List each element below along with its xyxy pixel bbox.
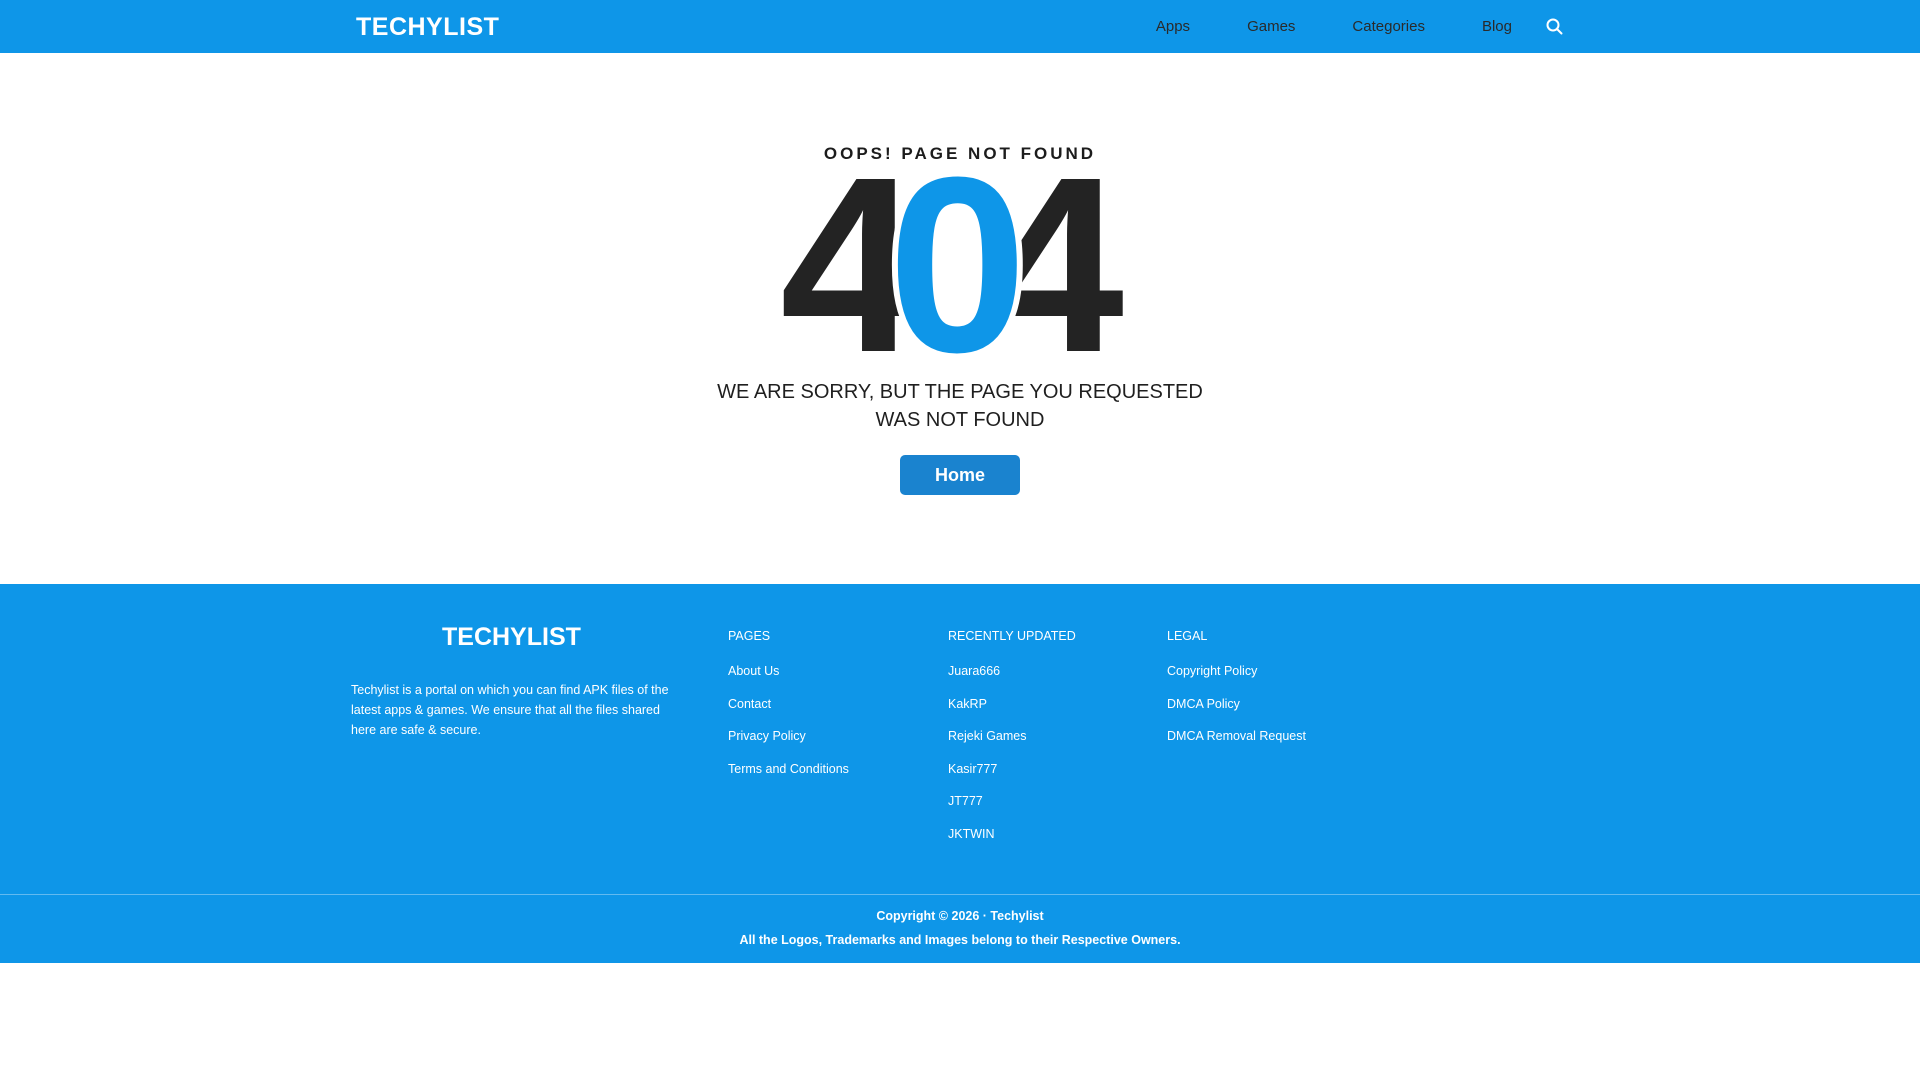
footer-link-recent[interactable]: Kasir777 (948, 761, 1076, 777)
site-footer: TECHYLIST Techylist is a portal on which… (0, 584, 1920, 894)
copyright-text: Copyright © 2026 · Techylist (876, 909, 1044, 923)
nav-item-blog[interactable]: Blog (1482, 18, 1512, 35)
footer-logo[interactable]: TECHYLIST (442, 623, 581, 652)
error-digit-middle: 0 (888, 125, 1027, 404)
footer-link-recent[interactable]: Juara666 (948, 663, 1076, 679)
footer-link-about-us[interactable]: About Us (728, 663, 849, 679)
nav-item-apps[interactable]: Apps (1156, 18, 1190, 35)
footer-link-recent[interactable]: JKTWIN (948, 826, 1076, 842)
footer-link-terms[interactable]: Terms and Conditions (728, 761, 849, 777)
footer-link-recent[interactable]: KakRP (948, 696, 1076, 712)
footer-recent-title: RECENTLY UPDATED (948, 629, 1076, 643)
footer-link-dmca-policy[interactable]: DMCA Policy (1167, 696, 1306, 712)
main-nav: Apps Games Categories Blog (1156, 0, 1564, 53)
footer-link-recent[interactable]: Rejeki Games (948, 728, 1076, 744)
search-icon[interactable] (1544, 17, 1564, 37)
home-button[interactable]: Home (900, 455, 1020, 495)
nav-item-categories[interactable]: Categories (1352, 18, 1425, 35)
footer-pages-column: PAGES About Us Contact Privacy Policy Te… (728, 629, 849, 793)
error-section: OOPS! PAGE NOT FOUND 4 0 4 WE ARE SORRY,… (0, 53, 1920, 584)
footer-link-privacy-policy[interactable]: Privacy Policy (728, 728, 849, 744)
footer-link-copyright-policy[interactable]: Copyright Policy (1167, 663, 1306, 679)
footer-link-recent[interactable]: JT777 (948, 793, 1076, 809)
footer-about-text: Techylist is a portal on which you can f… (351, 683, 669, 737)
footer-link-contact[interactable]: Contact (728, 696, 849, 712)
footer-legal-column: LEGAL Copyright Policy DMCA Policy DMCA … (1167, 629, 1306, 761)
footer-recent-column: RECENTLY UPDATED Juara666 KakRP Rejeki G… (948, 629, 1076, 858)
nav-item-games[interactable]: Games (1247, 18, 1295, 35)
site-logo[interactable]: TECHYLIST (356, 13, 499, 42)
footer-legal-title: LEGAL (1167, 629, 1208, 643)
site-header: TECHYLIST Apps Games Categories Blog (0, 0, 1920, 53)
footer-pages-title: PAGES (728, 629, 771, 643)
error-code: 4 0 4 (0, 125, 1920, 404)
header-inner: TECHYLIST Apps Games Categories Blog (356, 0, 1564, 53)
footer-link-dmca-removal[interactable]: DMCA Removal Request (1167, 728, 1306, 744)
trademark-text: All the Logos, Trademarks and Images bel… (739, 933, 1181, 947)
copyright-bar: Copyright © 2026 · Techylist All the Log… (0, 894, 1920, 963)
